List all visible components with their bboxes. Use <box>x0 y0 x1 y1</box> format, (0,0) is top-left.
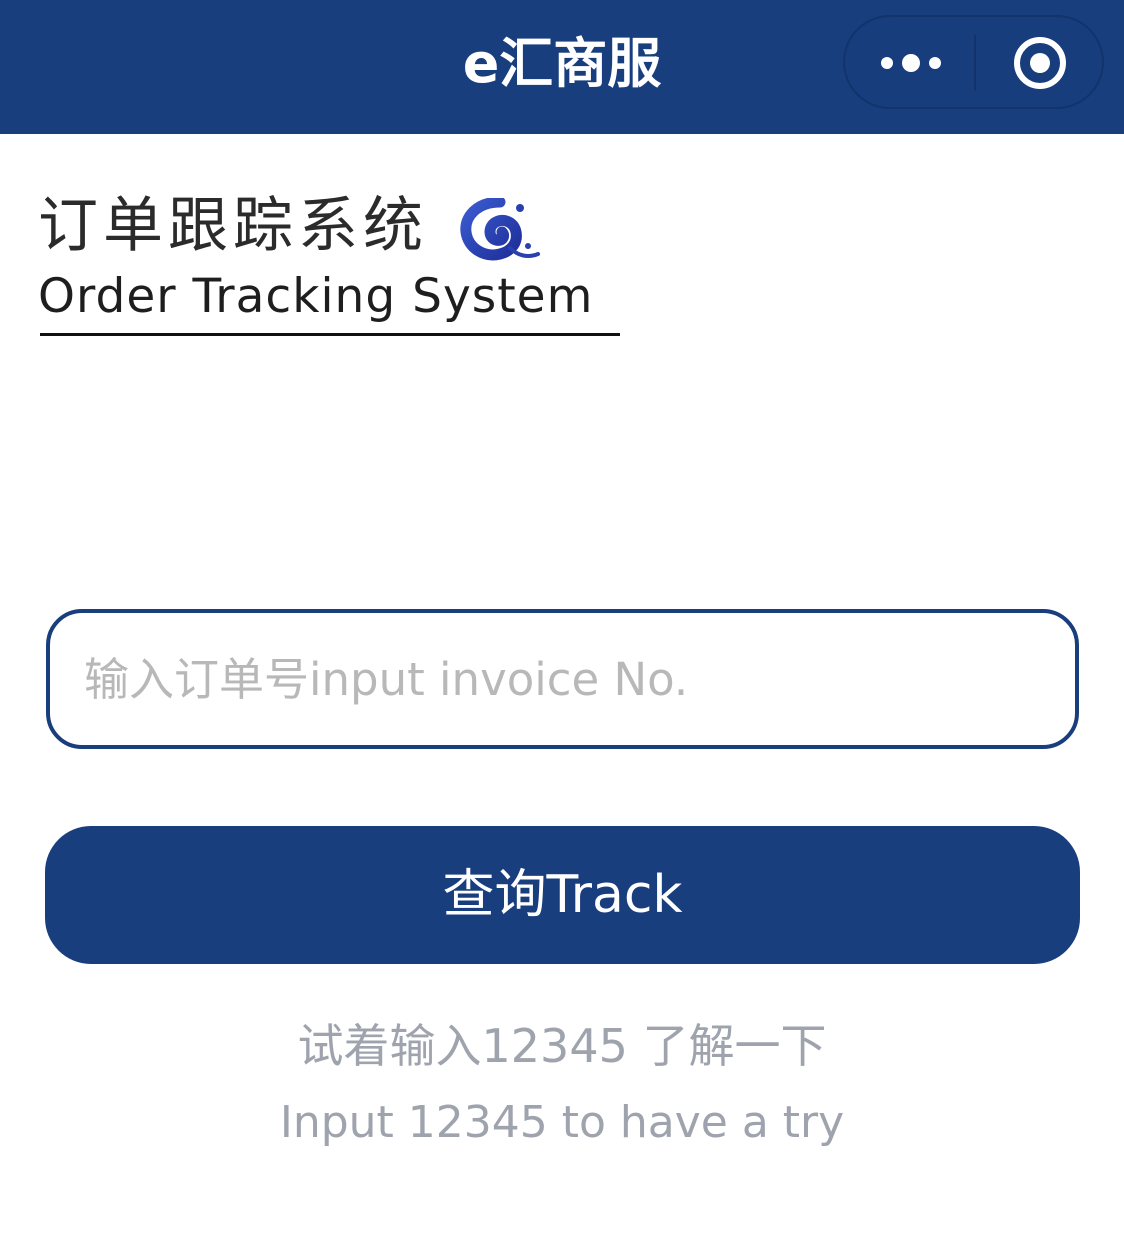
logo-title-chinese: 订单跟踪系统 <box>38 191 428 261</box>
top-navigation-bar: e汇商服 <box>0 0 1124 134</box>
hint-text-english: Input 12345 to have a try <box>279 1097 845 1148</box>
hint-text-chinese: 试着输入12345 了解一下 <box>297 1019 827 1073</box>
mini-program-capsule <box>843 15 1104 109</box>
invoice-number-input[interactable] <box>46 609 1079 749</box>
target-close-icon[interactable] <box>1014 37 1066 89</box>
capsule-divider <box>974 35 976 91</box>
logo-title-english: Order Tracking System <box>38 269 594 324</box>
logo-underline <box>40 333 620 336</box>
more-dots-icon[interactable] <box>881 50 941 76</box>
spiral-logo-icon <box>460 198 540 261</box>
track-button[interactable]: 查询Track <box>45 826 1080 964</box>
